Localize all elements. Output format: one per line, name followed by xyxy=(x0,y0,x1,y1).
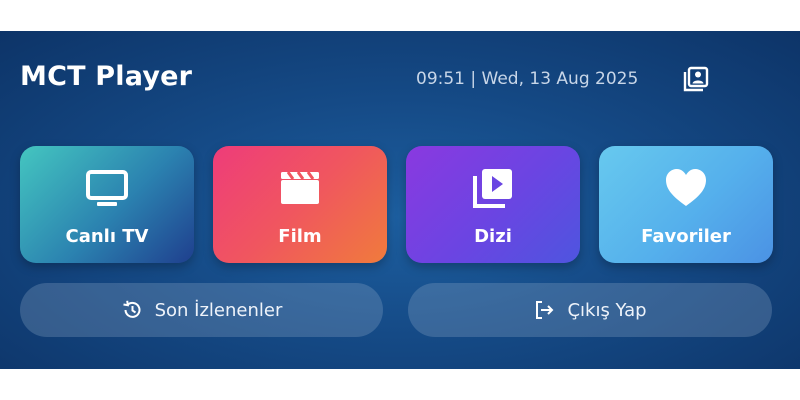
tile-label: Film xyxy=(278,226,322,247)
logout-button[interactable]: Çıkış Yap xyxy=(408,283,772,337)
date-time: 09:51 | Wed, 13 Aug 2025 xyxy=(416,69,639,89)
tile-label: Canlı TV xyxy=(65,226,149,247)
app-screen: MCT Player 09:51 | Wed, 13 Aug 2025 Canl… xyxy=(0,31,800,369)
tile-dizi[interactable]: Dizi xyxy=(406,146,580,263)
tile-live-tv[interactable]: Canlı TV xyxy=(20,146,194,263)
heart-icon xyxy=(662,164,710,212)
video-library-icon xyxy=(469,164,517,212)
tile-favorites[interactable]: Favoriler xyxy=(599,146,773,263)
clapperboard-icon xyxy=(276,164,324,212)
tv-icon xyxy=(83,164,131,212)
tile-film[interactable]: Film xyxy=(213,146,387,263)
app-title: MCT Player xyxy=(20,61,193,92)
recent-watched-button[interactable]: Son İzlenenler xyxy=(20,283,383,337)
tile-label: Dizi xyxy=(474,226,512,247)
logout-icon xyxy=(533,299,555,321)
recent-watched-label: Son İzlenenler xyxy=(154,299,283,321)
contacts-icon[interactable] xyxy=(682,65,710,93)
header: MCT Player 09:51 | Wed, 13 Aug 2025 xyxy=(0,31,800,131)
logout-label: Çıkış Yap xyxy=(567,299,647,321)
tile-label: Favoriler xyxy=(641,226,731,247)
history-icon xyxy=(121,299,143,321)
